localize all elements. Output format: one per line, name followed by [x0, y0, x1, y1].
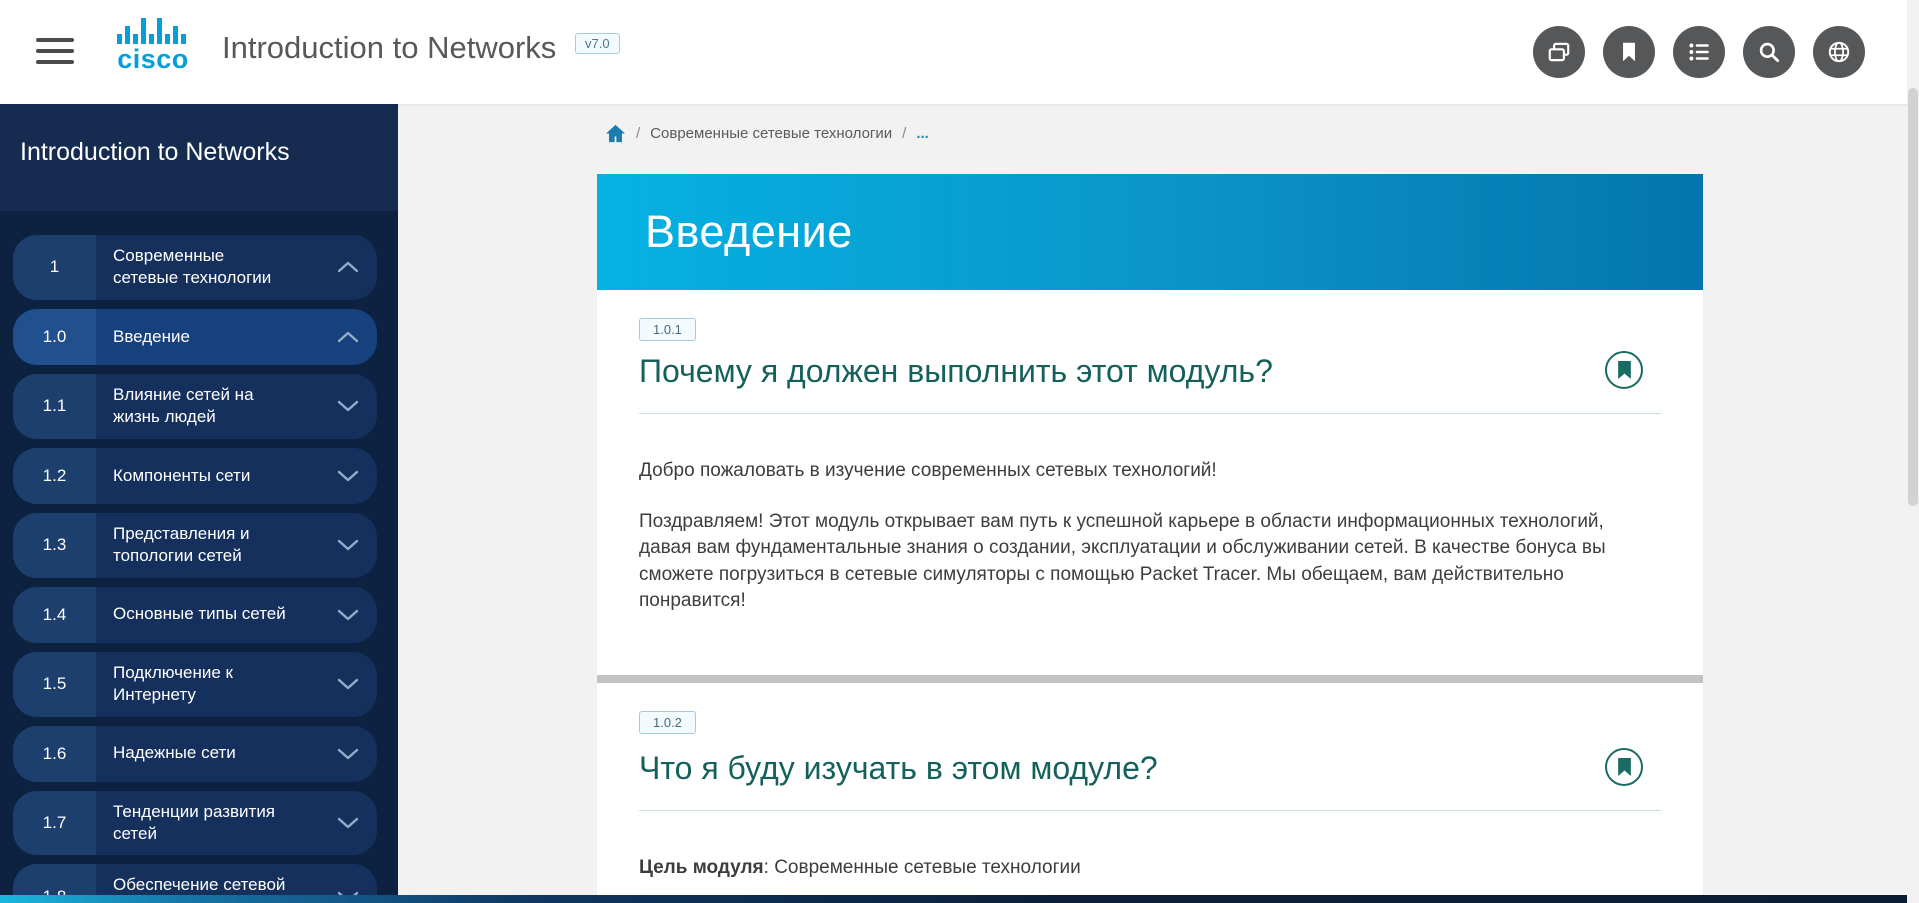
section-number: 1.4: [13, 587, 96, 643]
chevron-down-icon: [337, 748, 359, 760]
module-banner-title: Введение: [645, 206, 853, 258]
sidebar-item-1.1[interactable]: 1.1Влияние сетей на жизнь людей: [13, 374, 377, 439]
index-button[interactable]: [1673, 26, 1725, 78]
sidebar-item-1.4[interactable]: 1.4Основные типы сетей: [13, 587, 377, 643]
content-section-1: 1.0.1 Почему я должен выполнить этот мод…: [597, 290, 1703, 615]
topic-heading: Что я буду изучать в этом модуле?: [639, 748, 1158, 788]
cisco-logo: cisco: [107, 18, 199, 73]
bookmark-icon: [1616, 39, 1642, 65]
sidebar-item-1[interactable]: 1Современные сетевые технологии: [13, 235, 377, 300]
search-button[interactable]: [1743, 26, 1795, 78]
hamburger-menu-icon[interactable]: [36, 38, 74, 66]
top-header: cisco Introduction to Networks v7.0: [0, 0, 1919, 104]
section-number: 1.1: [13, 374, 96, 439]
app-root: cisco Introduction to Networks v7.0: [0, 0, 1919, 903]
bookmark-topic-button[interactable]: [1605, 351, 1643, 389]
module-banner: Введение: [597, 174, 1703, 290]
section-label: Надежные сети: [96, 726, 334, 782]
page-title: Introduction to Networks: [222, 30, 556, 66]
topic-heading: Почему я должен выполнить этот модуль?: [639, 351, 1273, 391]
course-title: Introduction to Networks: [0, 104, 398, 211]
section-divider: [597, 675, 1703, 683]
bookmark-icon: [1617, 361, 1632, 379]
cisco-logo-text: cisco: [107, 46, 199, 73]
topic-badge: 1.0.1: [639, 318, 696, 341]
version-badge: v7.0: [575, 33, 620, 54]
paragraph: Добро пожаловать в изучение современных …: [639, 458, 1661, 485]
sidebar-item-1.7[interactable]: 1.7Тенденции развития сетей: [13, 791, 377, 856]
bookmarks-button[interactable]: [1603, 26, 1655, 78]
section-number: 1.5: [13, 652, 96, 717]
section-label: Представления и топологии сетей: [96, 513, 334, 578]
breadcrumb-ellipsis[interactable]: ...: [916, 125, 929, 142]
sidebar-item-1.3[interactable]: 1.3Представления и топологии сетей: [13, 513, 377, 578]
breadcrumb-item[interactable]: Современные сетевые технологии: [650, 125, 892, 142]
section-number: 1.2: [13, 448, 96, 504]
chevron-down-icon: [337, 400, 359, 412]
heading-divider: [639, 413, 1661, 414]
chevron-down-icon: [337, 678, 359, 690]
chevron-down-icon: [337, 609, 359, 621]
chevron-down-icon: [337, 470, 359, 482]
search-icon: [1756, 39, 1782, 65]
section-label: Современные сетевые технологии: [96, 235, 334, 300]
sidebar: Introduction to Networks 1Современные се…: [0, 104, 398, 903]
windows-button[interactable]: [1533, 26, 1585, 78]
windows-icon: [1546, 39, 1572, 65]
bookmark-icon: [1617, 758, 1632, 776]
list-icon: [1686, 39, 1712, 65]
heading-divider: [639, 810, 1661, 811]
header-actions: [1533, 26, 1865, 78]
section-number: 1.7: [13, 791, 96, 856]
breadcrumb-separator: /: [902, 125, 906, 142]
section-number: 1.0: [13, 309, 96, 365]
section-label: Введение: [96, 309, 334, 365]
content-card: Введение 1.0.1 Почему я должен выполнить…: [597, 174, 1703, 895]
chevron-down-icon: [337, 817, 359, 829]
section-number: 1.3: [13, 513, 96, 578]
breadcrumb-separator: /: [636, 125, 640, 142]
main-content: / Современные сетевые технологии / ... В…: [398, 104, 1919, 903]
content-section-2: 1.0.2 Что я буду изучать в этом модуле? …: [597, 683, 1703, 882]
scrollbar-thumb[interactable]: [1908, 88, 1918, 506]
sidebar-item-1.5[interactable]: 1.5Подключение к Интернету: [13, 652, 377, 717]
module-goal-text: : Современные сетевые технологии: [764, 857, 1081, 878]
section-label: Компоненты сети: [96, 448, 334, 504]
bottom-progress-bar: [0, 895, 1919, 903]
chevron-up-icon: [337, 331, 359, 343]
bookmark-topic-button[interactable]: [1605, 748, 1643, 786]
language-button[interactable]: [1813, 26, 1865, 78]
sidebar-item-1.2[interactable]: 1.2Компоненты сети: [13, 448, 377, 504]
page-scrollbar[interactable]: [1907, 0, 1919, 903]
chevron-up-icon: [337, 261, 359, 273]
section-label: Влияние сетей на жизнь людей: [96, 374, 334, 439]
chevron-down-icon: [337, 539, 359, 551]
sidebar-nav: 1Современные сетевые технологии1.0Введен…: [0, 235, 398, 903]
globe-icon: [1826, 39, 1852, 65]
section-label: Подключение к Интернету: [96, 652, 334, 717]
sidebar-item-1.0[interactable]: 1.0Введение: [13, 309, 377, 365]
paragraph: Поздравляем! Этот модуль открывает вам п…: [639, 509, 1634, 615]
module-goal-label: Цель модуля: [639, 857, 764, 878]
section-number: 1.6: [13, 726, 96, 782]
section-label: Тенденции развития сетей: [96, 791, 334, 856]
module-goal: Цель модуля: Современные сетевые техноло…: [639, 855, 1661, 882]
home-icon[interactable]: [605, 124, 626, 143]
breadcrumb: / Современные сетевые технологии / ...: [605, 124, 929, 143]
topic-badge: 1.0.2: [639, 711, 696, 734]
section-label: Основные типы сетей: [96, 587, 334, 643]
sidebar-item-1.6[interactable]: 1.6Надежные сети: [13, 726, 377, 782]
section-number: 1: [13, 235, 96, 300]
